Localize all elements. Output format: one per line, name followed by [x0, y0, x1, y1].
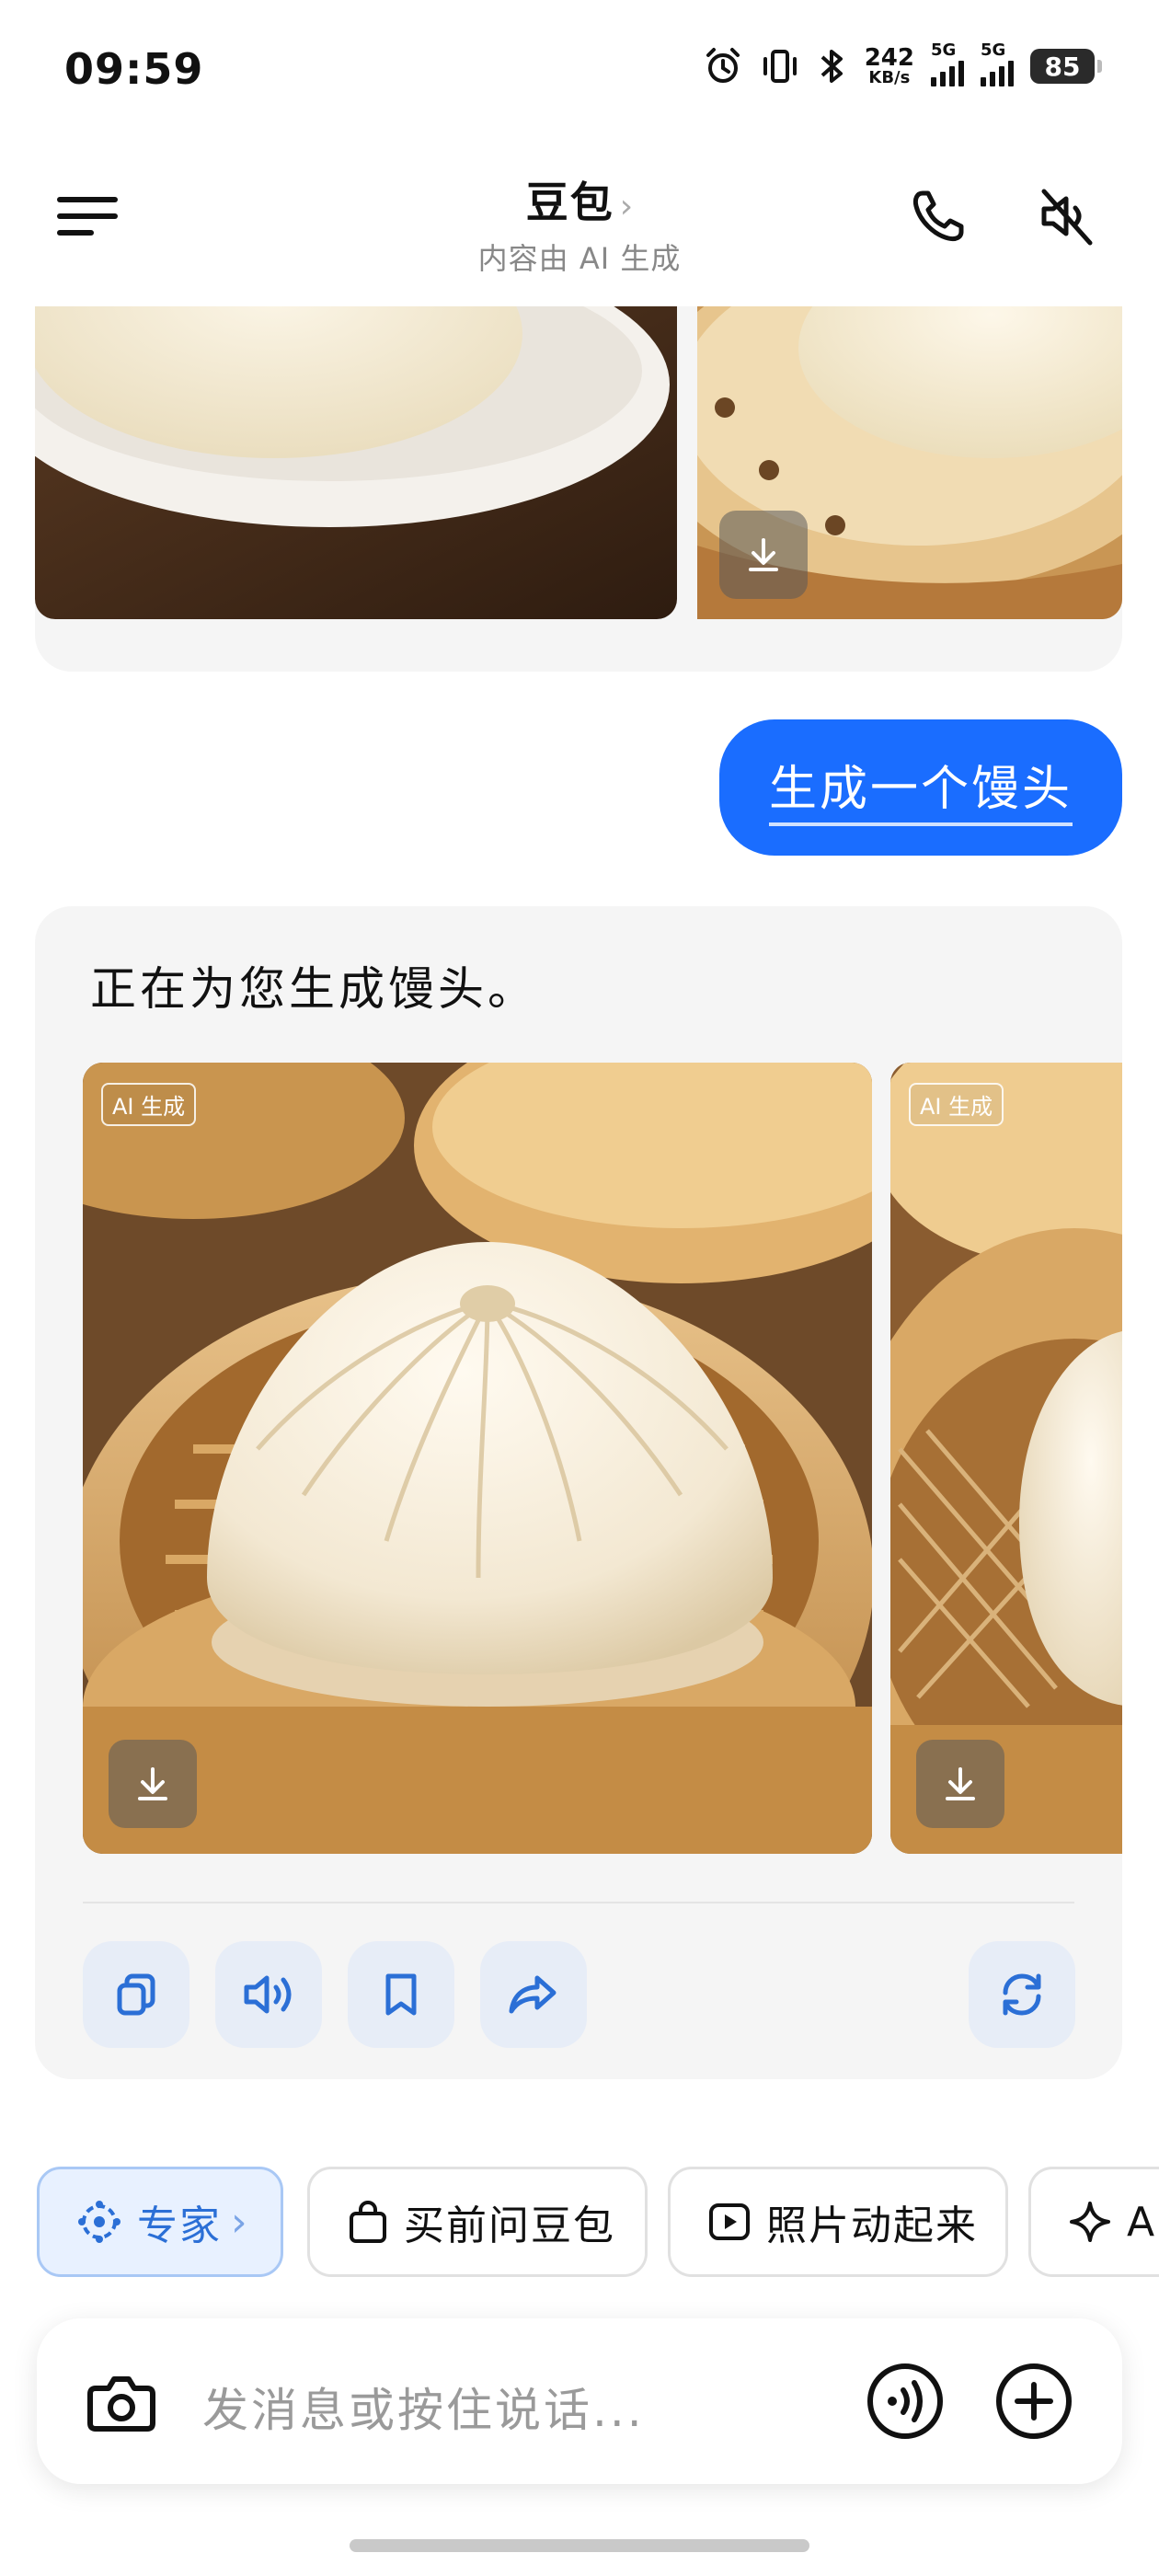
copy-icon [117, 1973, 155, 2016]
reply-text: 正在为您生成馒头。 [90, 962, 537, 1016]
bot-reply-card: 正在为您生成馒头。 AI 生成 AI 生成 [35, 906, 1122, 2079]
vibrate-icon [763, 50, 797, 83]
ai-generated-badge: AI 生成 [101, 1083, 197, 1126]
bookmark-icon [385, 1973, 417, 2016]
call-button[interactable] [906, 184, 970, 248]
page-title: 豆包 [525, 178, 614, 227]
chip-label: 照片动起来 [766, 2202, 978, 2249]
status-bar: 09:59 242 KB/s 5G 5G 85 [0, 0, 1159, 138]
share-button[interactable] [480, 1941, 587, 2048]
chevron-right-icon: › [231, 2198, 249, 2246]
generated-image-1[interactable]: AI 生成 [83, 1063, 872, 1854]
phone-icon [912, 190, 964, 242]
download-button[interactable] [109, 1740, 197, 1828]
plus-icon [996, 2363, 1072, 2439]
download-button[interactable] [916, 1740, 1004, 1828]
speaker-icon [244, 1975, 292, 2014]
chip-animate-photo[interactable]: 照片动起来 [668, 2167, 1008, 2277]
network-speed: 242 KB/s [864, 44, 914, 87]
message-composer: 发消息或按住说话... [37, 2318, 1122, 2484]
battery-indicator: 85 [1030, 49, 1102, 84]
chip-ai[interactable]: A [1028, 2167, 1159, 2277]
download-icon [946, 1767, 975, 1800]
previous-download-button[interactable] [719, 511, 808, 599]
download-icon [749, 538, 778, 571]
mute-button[interactable] [1035, 184, 1099, 248]
chip-label: A [1127, 2198, 1157, 2246]
shopping-bag-icon [347, 2199, 389, 2245]
camera-button[interactable] [83, 2364, 160, 2442]
add-attachment-button[interactable] [993, 2361, 1074, 2442]
voice-wave-icon [867, 2363, 943, 2439]
ai-disclaimer: 内容由 AI 生成 [477, 241, 682, 276]
chip-ask-before-buy[interactable]: 买前问豆包 [307, 2167, 648, 2277]
share-icon [509, 1975, 557, 2014]
chat-screen: 09:59 242 KB/s 5G 5G 85 豆包 › 内容由 AI 生成 生… [0, 0, 1159, 2576]
ai-generated-badge: AI 生成 [909, 1083, 1004, 1126]
chip-label: 专家 [137, 2202, 222, 2249]
bookmark-button[interactable] [348, 1941, 454, 2048]
bluetooth-icon [820, 50, 843, 83]
divider [83, 1902, 1074, 1903]
chip-expert[interactable]: 专家 › [37, 2167, 283, 2277]
status-time: 09:59 [64, 44, 204, 94]
chevron-right-icon: › [619, 188, 634, 225]
signal-icon: 5G [931, 40, 964, 86]
copy-button[interactable] [83, 1941, 189, 2048]
expert-icon [76, 2199, 122, 2245]
chat-header: 豆包 › 内容由 AI 生成 [0, 156, 1159, 276]
message-input[interactable]: 发消息或按住说话... [202, 2374, 645, 2440]
signal-icon: 5G [981, 40, 1014, 86]
user-message-text: 生成一个馒头 [768, 750, 1073, 826]
read-aloud-button[interactable] [215, 1941, 322, 2048]
user-message-bubble[interactable]: 生成一个馒头 [718, 719, 1122, 856]
bot-title[interactable]: 豆包 › 内容由 AI 生成 [0, 169, 1159, 278]
status-icons: 242 KB/s 5G 5G 85 [703, 40, 1102, 87]
previous-image-1[interactable] [35, 306, 677, 619]
generated-image-2[interactable]: AI 生成 [890, 1063, 1122, 1854]
alarm-icon [706, 48, 740, 83]
refresh-icon [1003, 1973, 1041, 2016]
camera-icon [87, 2376, 155, 2432]
voice-call-button[interactable] [865, 2361, 946, 2442]
chip-label: 买前问豆包 [404, 2202, 615, 2249]
play-icon [707, 2200, 752, 2244]
download-icon [138, 1767, 167, 1800]
sparkle-icon [1068, 2200, 1112, 2244]
speaker-muted-icon [1041, 189, 1093, 246]
quick-chips: 专家 › 买前问豆包 照片动起来 A [37, 2167, 1159, 2282]
regenerate-button[interactable] [969, 1941, 1075, 2048]
home-indicator[interactable] [350, 2539, 809, 2552]
previous-image-2[interactable] [697, 306, 1122, 619]
